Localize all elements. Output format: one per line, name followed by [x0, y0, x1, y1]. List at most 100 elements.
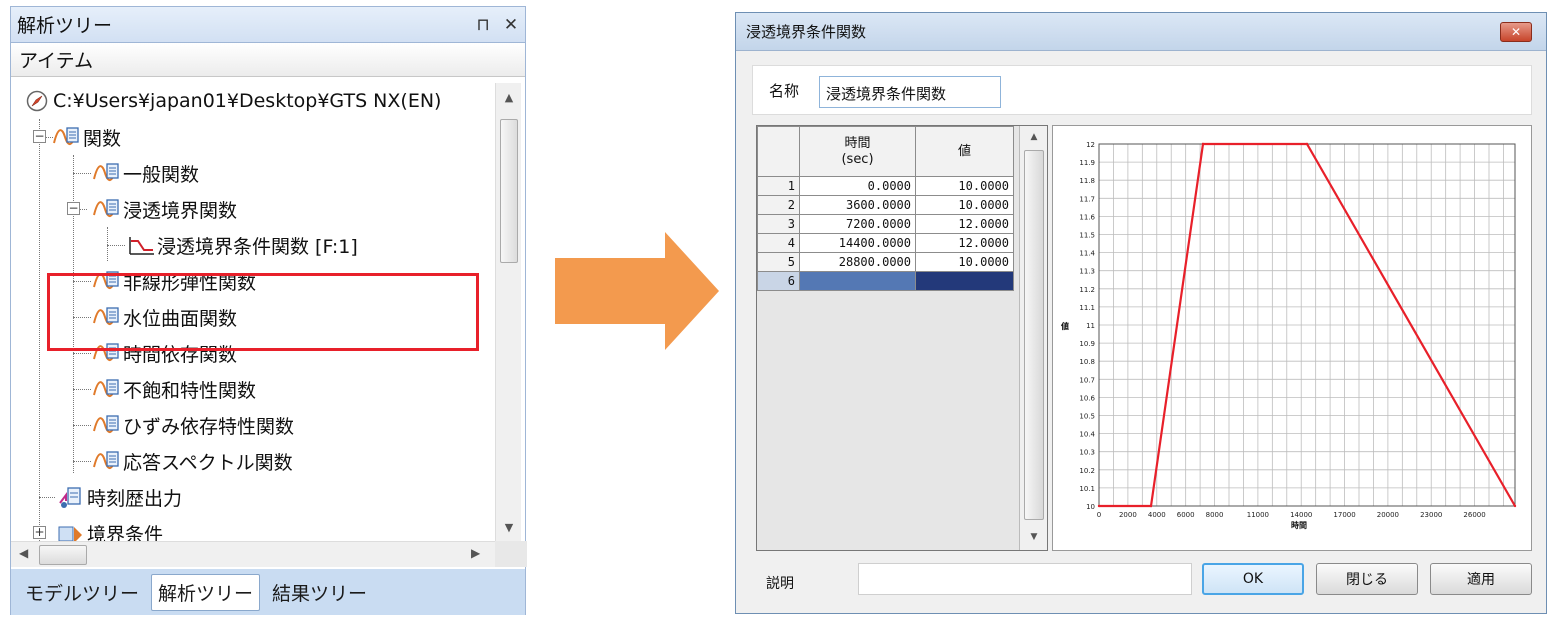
y-axis-label: 値 [1060, 321, 1069, 331]
cell-value[interactable]: 12.0000 [915, 233, 1014, 253]
apply-button[interactable]: 適用 [1430, 563, 1532, 595]
cell-time[interactable]: 7200.0000 [799, 214, 916, 234]
scroll-thumb[interactable] [39, 545, 87, 565]
table-row[interactable]: 4 14400.0000 12.0000 [757, 233, 1014, 253]
cell-time[interactable]: 3600.0000 [799, 195, 916, 215]
tree-item-general-function[interactable]: 一般関数 [91, 155, 199, 191]
cell-value[interactable]: 10.0000 [915, 252, 1014, 272]
tree-connector [107, 245, 125, 246]
table-row[interactable]: 3 7200.0000 12.0000 [757, 214, 1014, 234]
column-header-label: アイテム [19, 50, 94, 72]
column-header-time[interactable]: 時間 (sec) [799, 126, 916, 177]
compass-icon [21, 88, 53, 114]
y-tick-label: 10.9 [1079, 340, 1095, 348]
tree-item-response-spectrum-function[interactable]: 応答スペクトル関数 [91, 443, 293, 479]
curve-icon [125, 232, 157, 258]
tree-root[interactable]: C:¥Users¥japan01¥Desktop¥GTS NX(EN) [21, 83, 441, 119]
scroll-thumb[interactable] [500, 119, 518, 263]
scroll-left-icon[interactable]: ◀ [19, 546, 28, 560]
cell-time[interactable]: 14400.0000 [799, 233, 916, 253]
y-tick-label: 10.7 [1079, 376, 1095, 384]
y-tick-label: 10.6 [1079, 394, 1095, 402]
tree-horizontal-scrollbar[interactable]: ◀ ▶ [11, 541, 495, 567]
row-number: 2 [757, 195, 800, 215]
tree-item-label: 関数 [83, 127, 122, 150]
expand-toggle[interactable]: + [33, 526, 46, 539]
scroll-up-icon[interactable]: ▲ [496, 91, 522, 104]
collapse-toggle[interactable]: − [33, 130, 46, 143]
table-row-new[interactable]: 6 [757, 271, 1014, 291]
scroll-down-icon[interactable]: ▼ [496, 521, 522, 534]
cell-value[interactable]: 10.0000 [915, 176, 1014, 196]
tab-result-tree[interactable]: 結果ツリー [266, 575, 373, 610]
dialog-close-button[interactable]: ✕ [1500, 21, 1532, 42]
cell-time[interactable]: 28800.0000 [799, 252, 916, 272]
x-axis-label: 時間 [1291, 520, 1307, 530]
tree-item-boundary-conditions[interactable]: 境界条件 [55, 515, 163, 541]
data-grid: 時間 (sec) 値 1 0.0000 10.0000 2 3600.0000 … [756, 125, 1048, 551]
x-tick-label: 26000 [1463, 511, 1485, 519]
function-icon [91, 412, 123, 438]
x-tick-label: 20000 [1377, 511, 1399, 519]
y-tick-label: 11.1 [1079, 304, 1095, 312]
y-tick-label: 10.8 [1079, 358, 1095, 366]
x-tick-label: 0 [1097, 511, 1101, 519]
tree-root-label: C:¥Users¥japan01¥Desktop¥GTS NX(EN) [53, 90, 442, 112]
close-button[interactable]: 閉じる [1316, 563, 1418, 595]
tab-model-tree[interactable]: モデルツリー [19, 575, 145, 610]
row-number: 5 [757, 252, 800, 272]
scroll-right-icon[interactable]: ▶ [471, 546, 480, 560]
y-tick-label: 12 [1086, 141, 1095, 149]
function-icon [91, 448, 123, 474]
tree-item-functions[interactable]: 関数 [51, 119, 121, 155]
y-tick-label: 11.7 [1079, 195, 1095, 203]
pin-icon[interactable]: ⊓ [469, 15, 497, 35]
tree-vertical-scrollbar[interactable]: ▲ ▼ [495, 83, 521, 541]
cell-time[interactable] [799, 271, 916, 291]
close-icon[interactable]: ✕ [497, 15, 525, 35]
description-label: 説明 [766, 576, 794, 592]
scroll-up-icon[interactable]: ▲ [1020, 132, 1048, 142]
cell-value[interactable]: 12.0000 [915, 214, 1014, 234]
tree-item-label: 境界条件 [87, 523, 164, 542]
tree-item-seepage-condition-function[interactable]: 浸透境界条件関数 [F:1] [125, 227, 358, 263]
row-number: 1 [757, 176, 800, 196]
analysis-tree-panel: 解析ツリー ⊓ ✕ アイテム C:¥Users¥japan01¥Desktop¥… [10, 6, 527, 615]
table-row[interactable]: 1 0.0000 10.0000 [757, 176, 1014, 196]
row-number: 6 [757, 271, 800, 291]
cell-value[interactable]: 10.0000 [915, 195, 1014, 215]
description-input[interactable] [858, 563, 1192, 595]
cell-value[interactable] [915, 271, 1014, 291]
tree-connector [39, 119, 40, 541]
function-folder-icon [51, 124, 83, 150]
tab-analysis-tree[interactable]: 解析ツリー [151, 573, 261, 611]
tree-view[interactable]: C:¥Users¥japan01¥Desktop¥GTS NX(EN) − 関数… [11, 83, 491, 541]
column-header-value[interactable]: 値 [915, 126, 1014, 177]
cell-time[interactable]: 0.0000 [799, 176, 916, 196]
tree-item-seepage-boundary-function[interactable]: 浸透境界関数 [91, 191, 237, 227]
arrow-right-icon [555, 232, 719, 350]
scroll-thumb[interactable] [1024, 150, 1044, 520]
tree-item-label: 浸透境界条件関数 [F:1] [157, 235, 358, 258]
column-header: アイテム [11, 43, 525, 77]
grid-vertical-scrollbar[interactable]: ▲ ▼ [1019, 126, 1047, 550]
collapse-toggle[interactable]: − [67, 202, 80, 215]
row-number: 4 [757, 233, 800, 253]
x-tick-label: 8000 [1206, 511, 1224, 519]
tree-item-strain-dependent-function[interactable]: ひずみ依存特性関数 [91, 407, 294, 443]
data-point [1097, 504, 1101, 508]
tree-item-time-history-output[interactable]: 時刻歴出力 [55, 479, 182, 515]
y-tick-label: 11.9 [1079, 159, 1095, 167]
function-icon [91, 160, 123, 186]
scroll-down-icon[interactable]: ▼ [1020, 532, 1048, 542]
table-row[interactable]: 5 28800.0000 10.0000 [757, 252, 1014, 272]
tree-connector [73, 461, 91, 462]
tree-item-label: 応答スペクトル関数 [123, 451, 293, 474]
name-input[interactable]: 浸透境界条件関数 [819, 76, 1001, 108]
y-tick-label: 11.5 [1079, 232, 1095, 240]
boundary-icon [55, 520, 87, 541]
tree-item-unsaturated-function[interactable]: 不飽和特性関数 [91, 371, 256, 407]
table-row[interactable]: 2 3600.0000 10.0000 [757, 195, 1014, 215]
function-icon [91, 196, 123, 222]
ok-button[interactable]: OK [1202, 563, 1304, 595]
